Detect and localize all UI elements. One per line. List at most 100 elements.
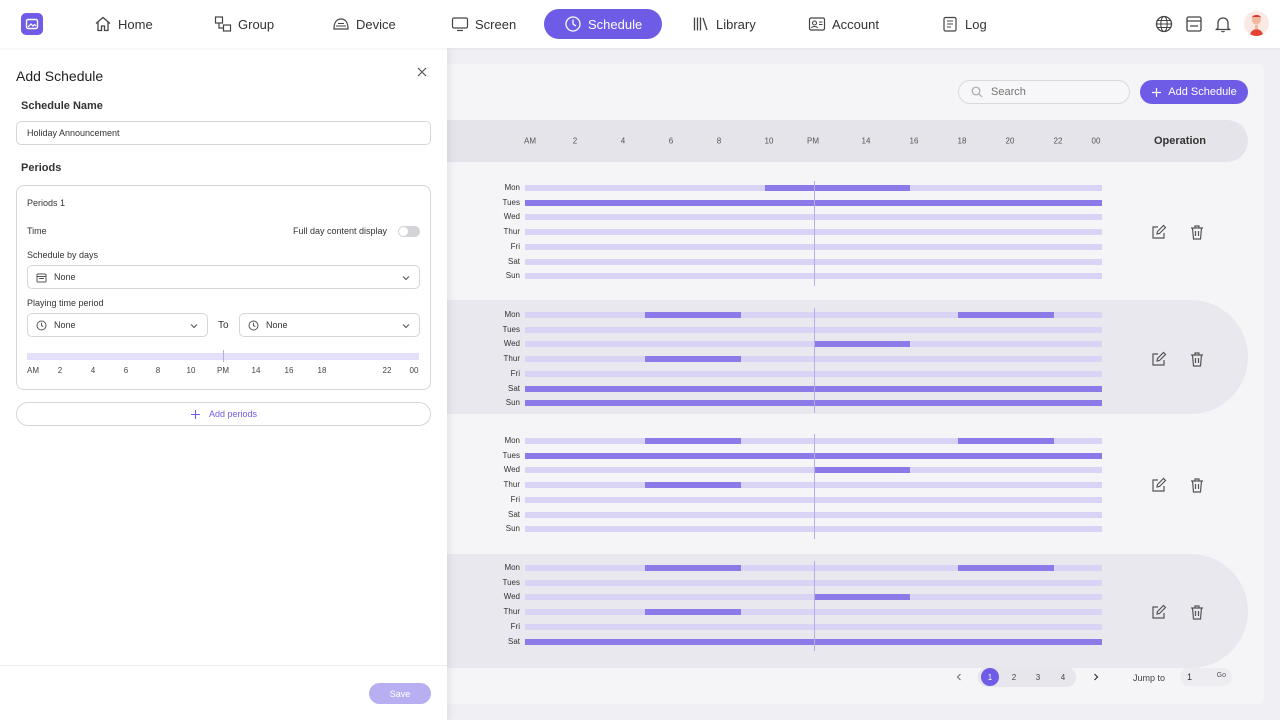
schedule-by-days-select[interactable]: None <box>27 265 420 289</box>
day-label: Fri <box>510 621 520 631</box>
search-input[interactable] <box>991 86 1111 98</box>
trash-icon[interactable] <box>1189 477 1205 493</box>
inbox-icon[interactable] <box>1184 14 1204 34</box>
nav-item-log[interactable]: Log <box>937 9 991 39</box>
schedule-time-segment <box>957 438 1054 444</box>
timeline-tick-label: 00 <box>1091 136 1101 146</box>
schedule-time-segment <box>645 438 742 444</box>
day-label: Fri <box>510 368 520 378</box>
schedule-name-value: Holiday Announcement <box>27 128 120 138</box>
trash-icon[interactable] <box>1189 351 1205 367</box>
avatar[interactable] <box>1244 11 1269 36</box>
previous-page-icon[interactable] <box>953 671 965 683</box>
chevron-down-icon <box>402 276 410 281</box>
close-icon[interactable] <box>416 66 428 78</box>
schedule-time-segment <box>645 565 742 571</box>
timeline-tick-label: 16 <box>909 136 919 146</box>
day-label: Thur <box>503 227 520 237</box>
jump-to-label: Jump to <box>1133 673 1166 683</box>
period-timeline-tick: 18 <box>317 366 327 375</box>
edit-icon[interactable] <box>1151 477 1167 493</box>
day-label: Mon <box>504 310 520 319</box>
clock-icon <box>565 16 581 32</box>
trash-icon[interactable] <box>1189 224 1205 240</box>
next-page-icon[interactable] <box>1090 671 1102 683</box>
search-box[interactable] <box>958 80 1130 104</box>
nav-label-schedule: Schedule <box>588 16 643 32</box>
period-timeline-tick: 14 <box>251 366 261 375</box>
edit-icon[interactable] <box>1151 224 1167 240</box>
library-icon <box>693 17 708 31</box>
edit-icon[interactable] <box>1151 604 1167 620</box>
plus-icon <box>1152 87 1162 97</box>
period-title: Periods 1 <box>27 198 66 208</box>
period-timeline-tick: 22 <box>382 366 392 375</box>
globe-icon[interactable] <box>1154 14 1174 34</box>
app-logo-icon[interactable] <box>21 13 43 35</box>
day-label: Thur <box>503 607 520 617</box>
page-button-3[interactable]: 3 <box>1029 668 1047 686</box>
page-button-1[interactable]: 1 <box>981 668 999 686</box>
trash-icon[interactable] <box>1189 604 1205 620</box>
add-periods-label: Add periods <box>208 409 258 419</box>
period-to-value: None <box>266 320 288 330</box>
full-day-toggle[interactable] <box>398 226 420 237</box>
day-label: Tues <box>502 577 521 587</box>
save-button[interactable]: Save <box>369 683 431 704</box>
nav-item-account[interactable]: Account <box>804 9 883 39</box>
schedule-time-segment <box>645 609 742 616</box>
timeline-tick-label: 8 <box>716 136 722 146</box>
edit-icon[interactable] <box>1151 351 1167 367</box>
add-schedule-label: Add Schedule <box>1168 86 1237 98</box>
search-icon <box>971 86 983 98</box>
timeline-tick-label: 2 <box>572 136 578 146</box>
plus-icon <box>190 409 200 419</box>
day-label: Sun <box>505 398 520 408</box>
clock-icon <box>36 320 47 330</box>
day-label: Thur <box>503 480 520 490</box>
schedule-time-segment <box>645 482 742 489</box>
period-from-select[interactable]: None <box>27 313 208 337</box>
nav-item-device[interactable]: Device <box>328 9 400 39</box>
jump-to-input[interactable]: 1 Go <box>1180 668 1232 686</box>
nav-item-group[interactable]: Group <box>210 9 278 39</box>
nav-item-home[interactable]: Home <box>90 9 157 39</box>
chevron-down-icon <box>190 324 198 329</box>
nav-item-screen[interactable]: Screen <box>447 9 520 39</box>
noon-marker <box>223 350 224 362</box>
page-button-2[interactable]: 2 <box>1005 668 1023 686</box>
period-timeline-tick: 00 <box>409 366 419 375</box>
nav-item-schedule[interactable]: Schedule <box>544 9 663 39</box>
go-button[interactable]: Go <box>1217 672 1226 679</box>
page-button-4[interactable]: 4 <box>1054 668 1072 686</box>
noon-marker <box>813 561 815 652</box>
day-label: Sat <box>507 636 520 646</box>
periods-label: Periods <box>21 162 62 174</box>
period-timeline-tick: 4 <box>90 366 96 375</box>
day-label: Mon <box>504 183 520 192</box>
timeline-tick-label: 20 <box>1005 136 1015 146</box>
schedule-by-days-label: Schedule by days <box>27 250 99 260</box>
schedule-by-days-value: None <box>54 272 76 282</box>
to-label: To <box>218 320 229 331</box>
schedule-name-input[interactable]: Holiday Announcement <box>16 121 431 145</box>
nav-item-library[interactable]: Library <box>688 9 760 39</box>
schedule-time-segment <box>813 341 910 348</box>
chevron-down-icon <box>402 324 410 329</box>
period-timeline-tick: 8 <box>155 366 161 375</box>
period-timeline-tick: 10 <box>186 366 196 375</box>
day-label: Wed <box>503 212 520 222</box>
add-periods-button[interactable]: Add periods <box>16 402 431 426</box>
day-label: Sun <box>505 271 520 281</box>
day-label: Mon <box>504 436 520 445</box>
clock-icon <box>248 320 259 330</box>
period-from-value: None <box>54 320 76 330</box>
add-schedule-button[interactable]: Add Schedule <box>1140 80 1248 104</box>
device-icon <box>333 18 349 30</box>
top-navigation: Home Group Device Screen Schedule Librar… <box>0 0 1280 48</box>
day-label: Mon <box>504 563 520 572</box>
period-to-select[interactable]: None <box>239 313 420 337</box>
day-label: Wed <box>503 339 520 349</box>
bell-icon[interactable] <box>1213 14 1233 34</box>
schedule-time-segment <box>645 312 742 318</box>
